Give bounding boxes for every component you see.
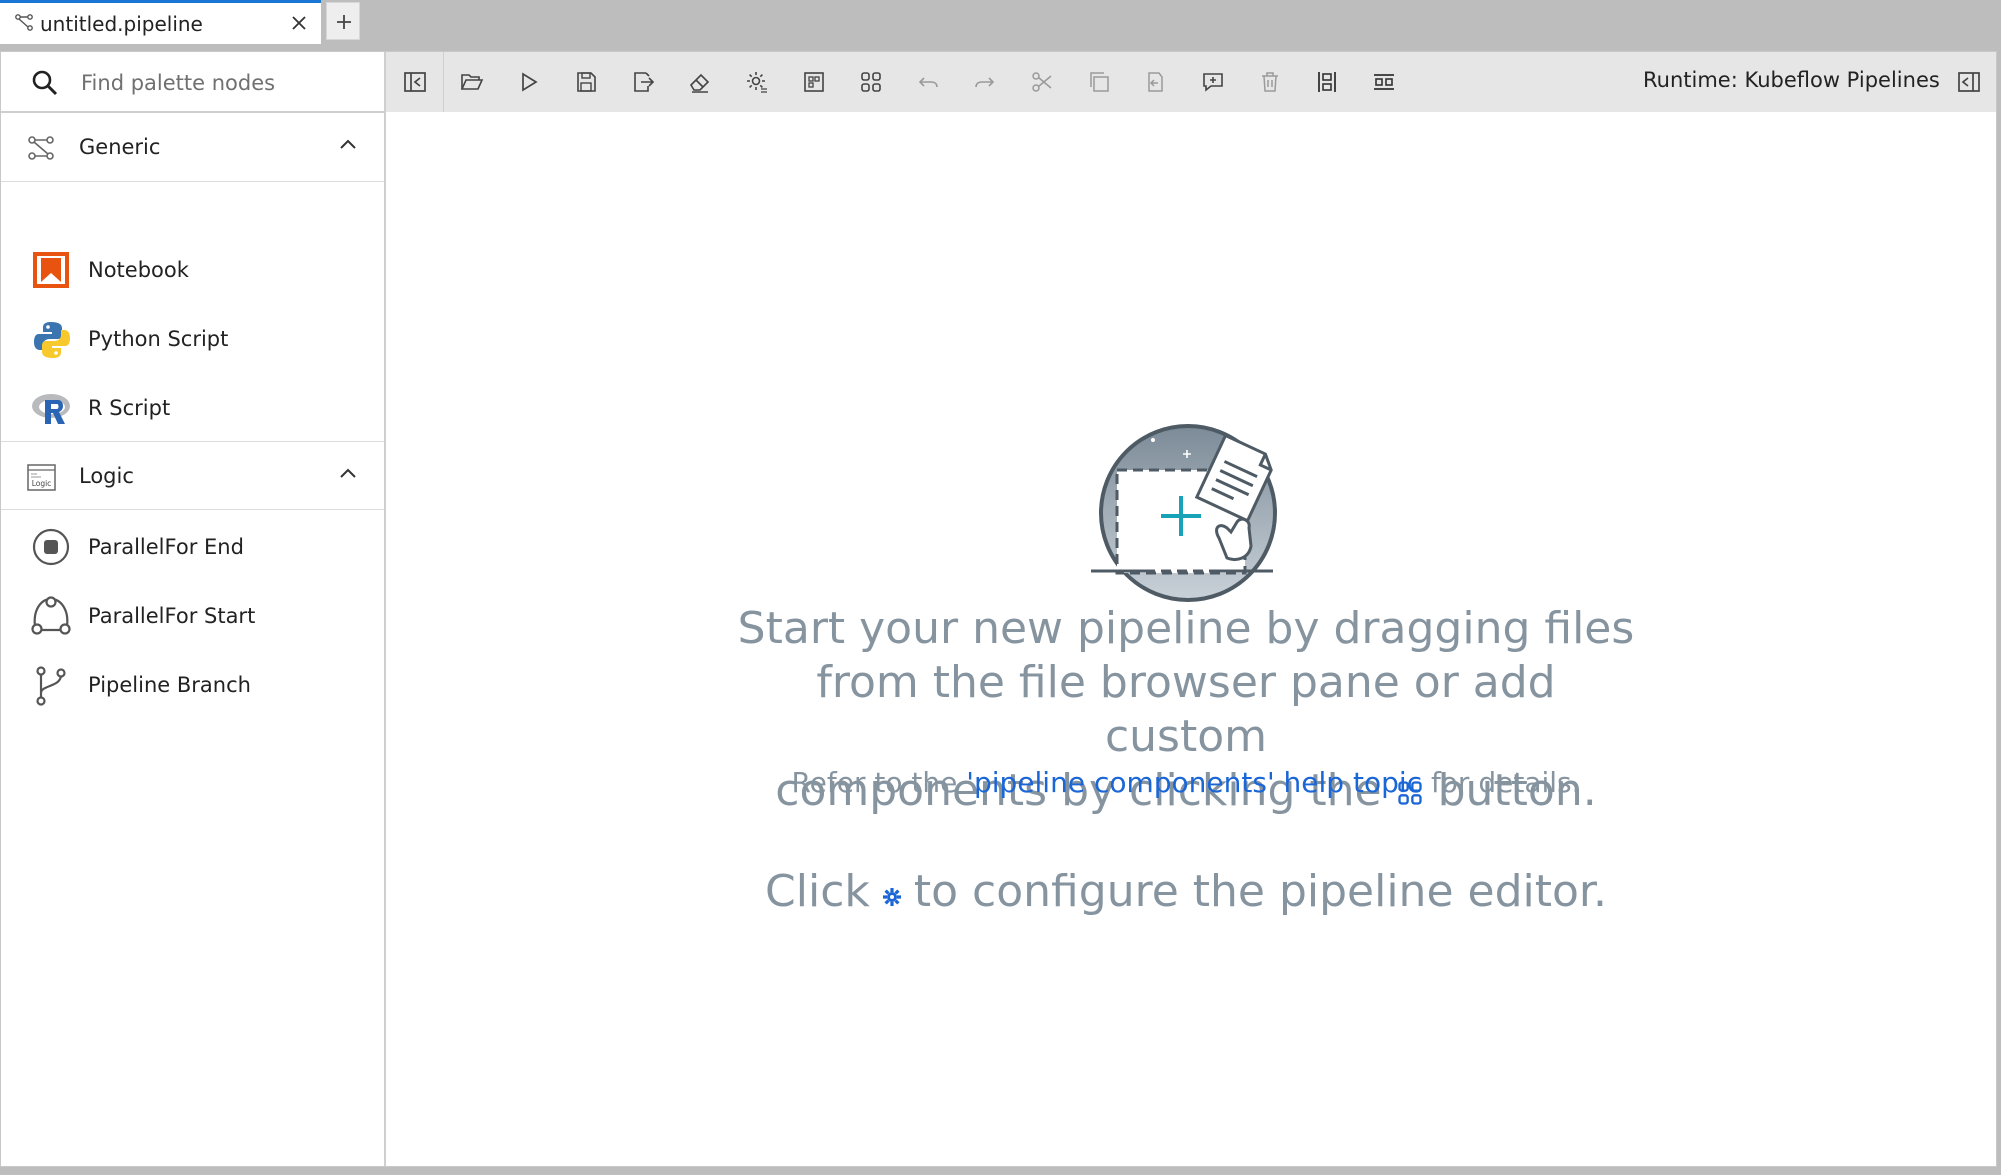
redo-icon — [975, 77, 995, 88]
plus-icon — [337, 15, 351, 29]
components-icon — [861, 72, 881, 92]
arrange-vertical-icon — [1318, 72, 1336, 92]
configure-before: Click — [765, 866, 870, 917]
pipeline-canvas[interactable]: Start your new pipeline by dragging file… — [386, 112, 1996, 1166]
configure-after: to configure the pipeline editor. — [913, 866, 1607, 917]
empty-line-1: Start your new pipeline by dragging file… — [737, 603, 1635, 654]
add-components-button[interactable] — [854, 65, 888, 99]
chevron-up-icon[interactable] — [338, 137, 358, 151]
play-icon — [522, 72, 538, 92]
pipeline-icon — [15, 14, 33, 31]
runtime-label: Runtime: Kubeflow Pipelines — [1643, 68, 1940, 92]
palette-node-pipeline-branch[interactable]: Pipeline Branch — [1, 652, 384, 718]
drag-files-illustration-icon — [1091, 424, 1277, 602]
open-runtime-images-button[interactable] — [797, 65, 831, 99]
help-reference: Refer to the 'pipeline components' help … — [736, 766, 1636, 799]
arrange-horizontal-icon — [1374, 74, 1394, 90]
search-icon — [32, 70, 58, 96]
category-label: Generic — [79, 135, 161, 159]
node-palette: Generic Notebook Python Script — [1, 52, 386, 1166]
palette-node-notebook[interactable]: Notebook — [1, 237, 384, 303]
configure-message: Click to configure the pipeline editor. — [736, 866, 1636, 920]
sidebar-left-icon — [404, 72, 426, 92]
palette-search — [1, 52, 384, 113]
refer-before: Refer to the — [791, 766, 958, 799]
parallelfor-start-icon — [31, 596, 71, 635]
delete-button[interactable] — [1253, 65, 1287, 99]
tab-bar: untitled.pipeline — [0, 0, 2001, 51]
palette-node-parallelfor-end[interactable]: ParallelFor End — [1, 514, 384, 580]
node-label: Notebook — [88, 258, 189, 282]
branch-icon — [36, 666, 66, 706]
tab-title: untitled.pipeline — [40, 12, 203, 36]
folder-open-icon — [460, 74, 484, 90]
node-label: ParallelFor Start — [88, 604, 256, 628]
node-label: R Script — [88, 396, 171, 420]
category-label: Logic — [79, 464, 134, 488]
logic-icon: Logic — [27, 464, 56, 491]
scissors-icon — [1032, 72, 1052, 92]
chevron-up-icon[interactable] — [338, 466, 358, 480]
toolbar-divider — [443, 52, 444, 112]
pipeline-toolbar: Runtime: Kubeflow Pipelines — [386, 52, 1996, 112]
undo-icon — [918, 77, 938, 88]
node-label: Pipeline Branch — [88, 673, 251, 697]
close-icon[interactable] — [288, 12, 310, 34]
search-input[interactable] — [79, 65, 373, 101]
export-icon — [634, 72, 655, 92]
refer-after: for details. — [1430, 766, 1581, 799]
redo-button[interactable] — [968, 65, 1002, 99]
tab-untitled-pipeline[interactable]: untitled.pipeline — [0, 0, 321, 44]
node-label: ParallelFor End — [88, 535, 244, 559]
notebook-icon — [33, 252, 69, 288]
palette-node-python-script[interactable]: Python Script — [1, 306, 384, 372]
gear-icon — [747, 72, 767, 93]
palette-node-parallelfor-start[interactable]: ParallelFor Start — [1, 583, 384, 649]
toggle-palette-button[interactable] — [398, 65, 432, 99]
python-icon — [34, 322, 70, 358]
comment-icon — [1203, 73, 1223, 92]
toggle-properties-button[interactable] — [1952, 65, 1986, 99]
pipeline-editor: Generic Notebook Python Script — [0, 51, 1997, 1167]
cut-button[interactable] — [1025, 65, 1059, 99]
paste-icon — [1148, 72, 1163, 92]
open-panel-button[interactable] — [455, 65, 489, 99]
trash-icon — [1262, 72, 1278, 92]
add-tab-button[interactable] — [326, 2, 360, 40]
eraser-icon — [689, 73, 710, 93]
undo-button[interactable] — [911, 65, 945, 99]
svg-text:Logic: Logic — [32, 479, 52, 488]
node-label: Python Script — [88, 327, 229, 351]
paste-button[interactable] — [1139, 65, 1173, 99]
clear-button[interactable] — [683, 65, 717, 99]
save-icon — [577, 72, 596, 92]
category-generic[interactable]: Generic — [1, 113, 384, 182]
r-icon — [32, 394, 70, 424]
copy-icon — [1090, 72, 1109, 92]
gear-icon[interactable] — [880, 869, 904, 920]
parallelfor-end-icon — [32, 528, 70, 566]
open-runtimes-button[interactable] — [740, 65, 774, 99]
arrange-vertically-button[interactable] — [1310, 65, 1344, 99]
empty-line-2: from the file browser pane or add custom — [816, 657, 1556, 762]
sidebar-right-icon — [1958, 72, 1980, 92]
add-comment-button[interactable] — [1196, 65, 1230, 99]
pipeline-icon — [28, 136, 54, 160]
export-button[interactable] — [626, 65, 660, 99]
palette-node-r-script[interactable]: R Script — [1, 375, 384, 441]
copy-button[interactable] — [1082, 65, 1116, 99]
runtime-images-icon — [804, 72, 824, 92]
arrange-horizontally-button[interactable] — [1367, 65, 1401, 99]
save-button[interactable] — [569, 65, 603, 99]
run-button[interactable] — [512, 65, 546, 99]
category-logic[interactable]: Logic Logic — [1, 441, 384, 510]
pipeline-components-help-link[interactable]: 'pipeline components' help topic — [966, 766, 1422, 799]
